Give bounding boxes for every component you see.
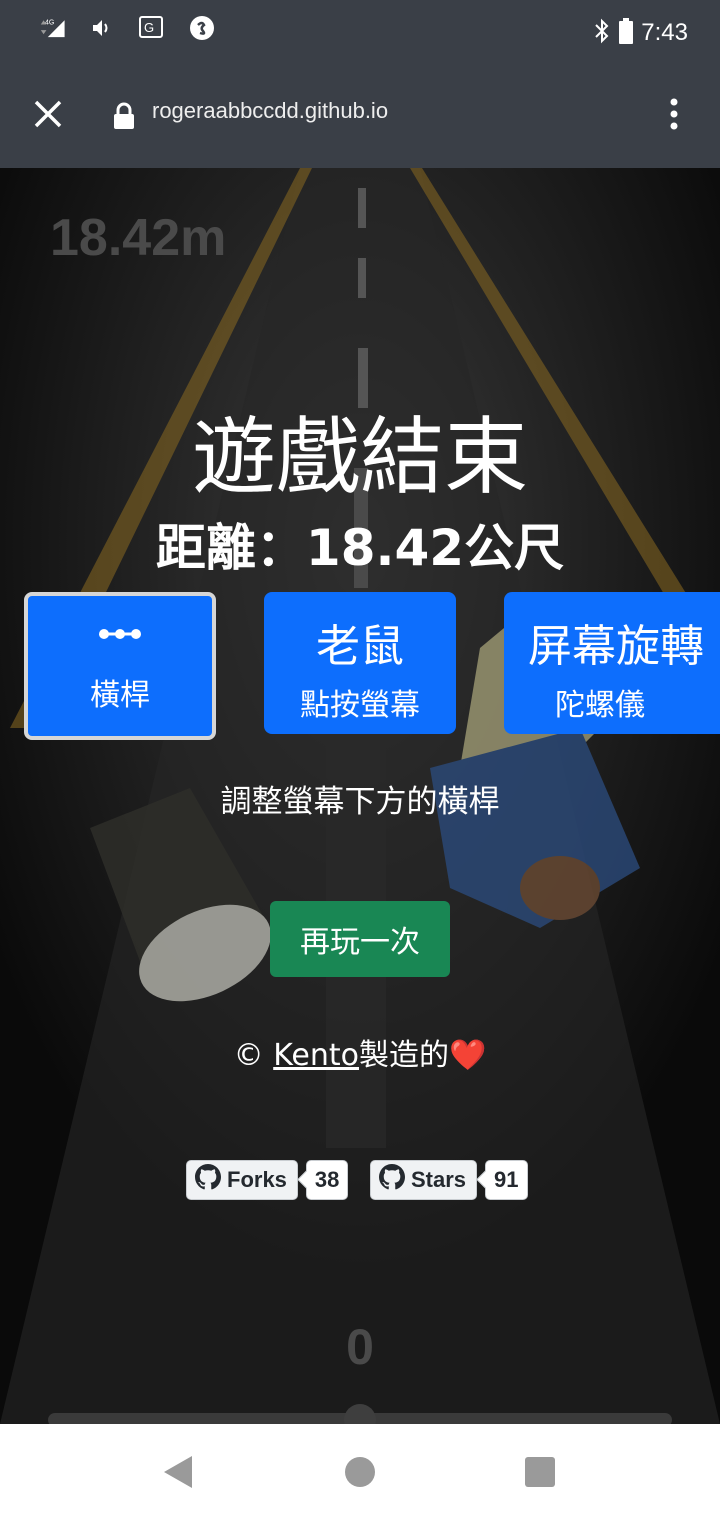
- shazam-icon: [188, 14, 216, 42]
- distance-counter: 18.42m: [50, 209, 227, 267]
- mode-button-label: 點按螢幕: [300, 688, 420, 723]
- more-vert-icon[interactable]: [664, 96, 684, 136]
- slider-value: 0: [346, 1319, 374, 1375]
- stars-count[interactable]: 91: [485, 1160, 528, 1200]
- mode-button-mouse[interactable]: 老鼠 點按螢幕: [264, 592, 456, 734]
- github-stars: Stars 91: [370, 1160, 528, 1200]
- game-over-title: 遊戲結束: [191, 408, 528, 506]
- mode-button-gyro[interactable]: 屏幕旋轉 陀螺儀: [504, 592, 720, 734]
- lock-icon: [112, 102, 136, 130]
- browser-toolbar: rogeraabbccdd.github.io: [0, 66, 720, 168]
- home-icon[interactable]: [345, 1457, 375, 1487]
- translate-icon: G: [138, 14, 166, 42]
- final-distance: 距離：18.42公尺: [155, 519, 565, 577]
- signal-icon: 4G: [38, 14, 66, 42]
- mode-button-title: 屏幕旋轉: [528, 621, 704, 672]
- github-icon: [195, 1164, 221, 1196]
- bluetooth-icon: [593, 18, 611, 48]
- game-canvas[interactable]: 18.42m 遊戲結束 距離：18.42公尺 橫桿 老鼠 點按螢幕 屏幕旋轉 陀…: [0, 168, 720, 1424]
- author-link[interactable]: Kento: [273, 1038, 359, 1073]
- recents-icon[interactable]: [525, 1457, 555, 1487]
- stars-label: Stars: [411, 1167, 467, 1192]
- volume-icon: [88, 14, 116, 42]
- svg-text:G: G: [144, 20, 154, 35]
- svg-text:4G: 4G: [45, 20, 54, 27]
- clock: 7:43: [641, 19, 688, 46]
- credit-line: © Kento製造的❤️: [0, 1030, 720, 1074]
- status-bar: 4G G 7:43: [0, 0, 720, 66]
- stars-button[interactable]: Stars: [370, 1160, 478, 1200]
- replay-button[interactable]: 再玩一次: [270, 901, 450, 977]
- url-text[interactable]: rogeraabbccdd.github.io: [152, 98, 388, 124]
- forks-label: Forks: [227, 1167, 287, 1192]
- github-icon: [379, 1164, 405, 1196]
- android-nav-bar: [0, 1424, 720, 1520]
- mode-button-slider[interactable]: 橫桿: [24, 592, 216, 740]
- copyright-text: ©: [233, 1038, 274, 1073]
- forks-button[interactable]: Forks: [186, 1160, 298, 1200]
- back-icon[interactable]: [162, 1454, 194, 1494]
- heart-icon: ❤️: [448, 1038, 487, 1073]
- mode-button-label: 陀螺儀: [555, 688, 645, 723]
- instruction-text: 調整螢幕下方的橫桿: [220, 784, 500, 820]
- close-icon[interactable]: [28, 94, 68, 134]
- mode-button-title: 老鼠: [316, 621, 404, 672]
- forks-count[interactable]: 38: [305, 1160, 349, 1200]
- credit-suffix: 製造的: [358, 1038, 449, 1073]
- battery-icon: [619, 18, 634, 48]
- mode-button-label: 橫桿: [90, 678, 150, 713]
- github-forks: Forks 38: [186, 1160, 349, 1200]
- slider-dots-icon: [28, 624, 212, 648]
